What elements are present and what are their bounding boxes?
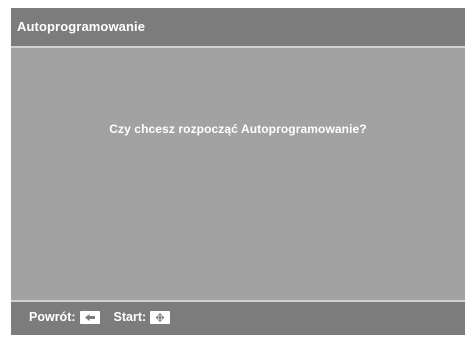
page-title: Autoprogramowanie bbox=[17, 19, 146, 34]
back-label: Powrót: bbox=[29, 310, 76, 324]
footer-controls: Powrót: Start: bbox=[29, 310, 171, 324]
enter-key-icon[interactable] bbox=[150, 310, 171, 324]
start-label: Start: bbox=[113, 310, 147, 324]
confirmation-message: Czy chcesz rozpocząć Autoprogramowanie? bbox=[109, 122, 367, 136]
footer-bar: Powrót: Start: bbox=[11, 300, 465, 335]
title-bar: Autoprogramowanie bbox=[11, 8, 465, 48]
autoprogram-screen: Autoprogramowanie Czy chcesz rozpocząć A… bbox=[11, 8, 465, 335]
return-key-icon[interactable] bbox=[79, 310, 100, 324]
dialog-content: Czy chcesz rozpocząć Autoprogramowanie? bbox=[11, 48, 465, 300]
